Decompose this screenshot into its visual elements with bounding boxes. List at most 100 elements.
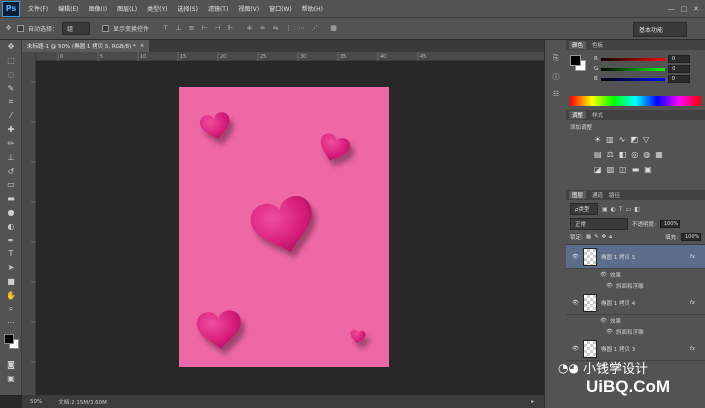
fx-badge[interactable]: fx bbox=[690, 254, 705, 260]
maximize-button[interactable]: □ bbox=[681, 5, 688, 13]
show-transform-checkbox[interactable] bbox=[102, 25, 110, 32]
dodge-tool-icon[interactable]: ◐ bbox=[0, 219, 22, 233]
document-tab-close-icon[interactable]: × bbox=[140, 43, 145, 49]
curves-icon[interactable]: ∿ bbox=[619, 135, 626, 144]
status-arrow-icon[interactable]: ▸ bbox=[531, 399, 544, 405]
menu-image[interactable]: 图像(I) bbox=[84, 4, 112, 13]
align-left-icon[interactable]: ⊢ bbox=[200, 24, 209, 33]
auto-align-icon[interactable]: ▦ bbox=[329, 24, 338, 33]
healing-brush-tool-icon[interactable]: ✚ bbox=[0, 123, 22, 137]
align-bottom-icon[interactable]: ≡ bbox=[187, 24, 196, 33]
gradient-tool-icon[interactable]: ▬ bbox=[0, 192, 22, 206]
distribute-center-icon[interactable]: ⋯ bbox=[297, 24, 306, 33]
tab-channels[interactable]: 通道 bbox=[592, 191, 603, 199]
auto-select-checkbox[interactable] bbox=[17, 25, 24, 32]
tab-styles[interactable]: 样式 bbox=[592, 111, 603, 119]
heart-shape-top-right[interactable] bbox=[315, 131, 353, 166]
selective-color-icon[interactable]: ▣ bbox=[644, 165, 652, 174]
green-value[interactable]: 0 bbox=[668, 65, 691, 73]
history-icon[interactable]: ⎘ bbox=[549, 54, 563, 66]
effect-visibility-icon[interactable]: 👁︎ bbox=[600, 272, 607, 278]
effect-visibility-icon[interactable]: 👁︎ bbox=[606, 283, 613, 289]
channel-mixer-icon[interactable]: ◍ bbox=[643, 150, 650, 159]
layer-row-selected[interactable]: 👁︎ 椭圆 1 拷贝 5 fx bbox=[566, 245, 705, 269]
screen-mode-icon[interactable]: ▣ bbox=[0, 372, 22, 386]
filter-icons[interactable]: ▣◐T▭◧ bbox=[602, 206, 643, 213]
close-button[interactable]: ✕ bbox=[693, 5, 699, 13]
document-tab[interactable]: 未标题-1 @ 50% (椭圆 1 拷贝 5, RGB/8) * × bbox=[22, 40, 150, 52]
path-select-tool-icon[interactable]: ➤ bbox=[0, 261, 22, 275]
heart-shape-large-center[interactable] bbox=[247, 192, 321, 260]
gradient-map-icon[interactable]: ▬ bbox=[632, 165, 640, 174]
distribute-right-icon[interactable]: ⋰ bbox=[310, 24, 319, 33]
marquee-tool-icon[interactable]: ⬚ bbox=[0, 54, 22, 68]
tab-layers[interactable]: 图层 bbox=[569, 191, 587, 199]
zoom-tool-icon[interactable]: ⌕ bbox=[0, 302, 22, 316]
quick-select-tool-icon[interactable]: ✎ bbox=[0, 81, 22, 95]
clone-stamp-tool-icon[interactable]: ⊥ bbox=[0, 150, 22, 164]
lock-icons[interactable]: ▦✎✥🔒︎ bbox=[586, 234, 615, 241]
layer-filter-dropdown[interactable]: ρ类型 bbox=[570, 203, 598, 215]
effect-visibility-icon[interactable]: 👁︎ bbox=[606, 329, 613, 335]
blend-mode-dropdown[interactable]: 正常 bbox=[570, 218, 628, 230]
align-middle-icon[interactable]: ⊥ bbox=[174, 24, 183, 33]
heart-shape-bottom-left[interactable] bbox=[195, 309, 244, 352]
heart-shape-tiny-bottom-right[interactable] bbox=[349, 329, 367, 345]
visibility-eye-icon[interactable]: 👁︎ bbox=[572, 300, 579, 306]
red-slider[interactable] bbox=[600, 57, 665, 61]
more-tools-icon[interactable]: ⋯ bbox=[0, 316, 22, 330]
align-top-icon[interactable]: ⊤ bbox=[161, 24, 170, 33]
tab-swatches[interactable]: 色板 bbox=[592, 41, 603, 49]
color-spectrum-bar[interactable] bbox=[570, 96, 701, 106]
move-tool-preset-icon[interactable]: ✥ bbox=[4, 24, 13, 33]
tab-adjustments[interactable]: 调整 bbox=[569, 111, 587, 119]
blur-tool-icon[interactable]: ● bbox=[0, 206, 22, 220]
move-tool-icon[interactable]: ✥ bbox=[0, 40, 22, 54]
eyedropper-tool-icon[interactable]: ⁄ bbox=[0, 109, 22, 123]
color-lookup-icon[interactable]: ▦ bbox=[655, 150, 663, 159]
blue-slider[interactable] bbox=[600, 77, 665, 81]
menu-file[interactable]: 文件(F) bbox=[23, 4, 53, 13]
fx-badge[interactable]: fx bbox=[690, 300, 705, 306]
tab-color[interactable]: 颜色 bbox=[569, 41, 587, 49]
document-canvas[interactable] bbox=[179, 87, 389, 367]
distribute-middle-icon[interactable]: ≐ bbox=[258, 24, 267, 33]
fx-badge[interactable]: fx bbox=[690, 346, 705, 352]
rectangle-tool-icon[interactable]: ■ bbox=[0, 275, 22, 289]
auto-select-dropdown[interactable]: 组 bbox=[62, 22, 91, 35]
invert-icon[interactable]: ◪ bbox=[594, 165, 602, 174]
visibility-eye-icon[interactable]: 👁︎ bbox=[572, 346, 579, 352]
fill-input[interactable]: 100% bbox=[681, 233, 701, 241]
color-fg-swatch[interactable] bbox=[570, 55, 581, 66]
opacity-input[interactable]: 100% bbox=[659, 220, 680, 228]
hand-tool-icon[interactable]: ✋ bbox=[0, 288, 22, 302]
minimize-button[interactable]: — bbox=[668, 5, 675, 13]
tab-paths[interactable]: 路径 bbox=[609, 191, 620, 199]
black-white-icon[interactable]: ◧ bbox=[619, 150, 627, 159]
crop-tool-icon[interactable]: ⌗ bbox=[0, 95, 22, 109]
photo-filter-icon[interactable]: ◎ bbox=[631, 150, 638, 159]
menu-layer[interactable]: 图层(L) bbox=[112, 4, 142, 13]
brightness-icon[interactable]: ☀ bbox=[594, 135, 601, 144]
color-balance-icon[interactable]: ⚖ bbox=[607, 150, 614, 159]
blue-value[interactable]: 0 bbox=[667, 75, 690, 83]
menu-view[interactable]: 视图(V) bbox=[233, 4, 264, 13]
green-slider[interactable] bbox=[601, 67, 666, 71]
history-brush-tool-icon[interactable]: ↺ bbox=[0, 164, 22, 178]
eraser-tool-icon[interactable]: ▭ bbox=[0, 178, 22, 192]
brush-tool-icon[interactable]: ✏ bbox=[0, 137, 22, 151]
red-value[interactable]: 0 bbox=[667, 55, 690, 63]
workspace-dropdown[interactable]: 基本功能 bbox=[633, 22, 687, 37]
effect-visibility-icon[interactable]: 👁︎ bbox=[600, 318, 607, 324]
quick-mask-icon[interactable]: ◙ bbox=[0, 358, 22, 372]
menu-select[interactable]: 选择(S) bbox=[172, 4, 203, 13]
lasso-tool-icon[interactable]: ◌ bbox=[0, 68, 22, 82]
properties-icon[interactable]: ☷ bbox=[549, 90, 563, 102]
align-right-icon[interactable]: ⊩ bbox=[226, 24, 235, 33]
foreground-color-swatch[interactable] bbox=[4, 333, 14, 344]
layer-row[interactable]: 👁︎ 椭圆 1 拷贝 4 fx bbox=[566, 291, 705, 315]
distribute-top-icon[interactable]: ≑ bbox=[245, 24, 254, 33]
distribute-left-icon[interactable]: ⋮ bbox=[284, 24, 293, 33]
info-icon[interactable]: ⓘ bbox=[549, 72, 563, 84]
distribute-bottom-icon[interactable]: ≒ bbox=[271, 24, 280, 33]
